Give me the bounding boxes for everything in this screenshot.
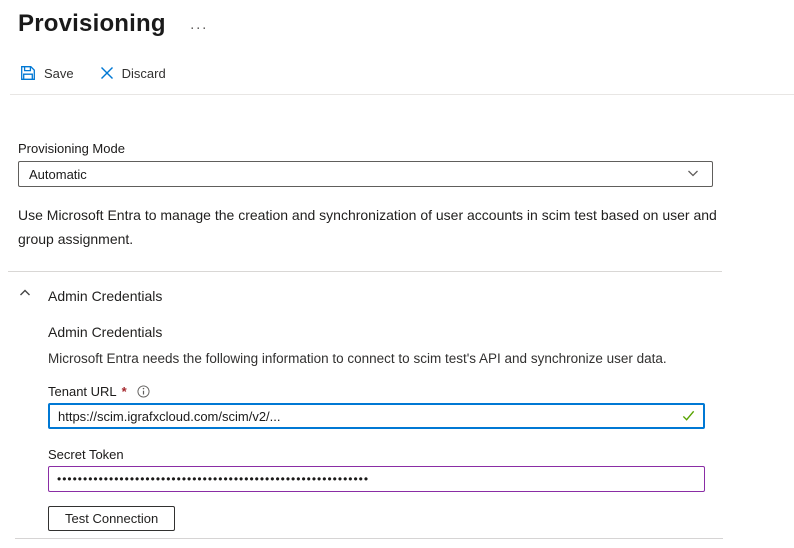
more-options-icon[interactable]: ···	[190, 19, 208, 36]
section-divider	[8, 271, 722, 272]
secret-token-label-row: Secret Token	[48, 447, 794, 462]
admin-credentials-section-label: Admin Credentials	[48, 288, 162, 304]
chevron-down-icon	[686, 166, 700, 183]
save-button-label: Save	[44, 66, 74, 81]
main-content: Provisioning Mode Automatic Use Microsof…	[0, 141, 794, 539]
save-icon	[20, 65, 36, 81]
page-title: Provisioning	[18, 10, 166, 38]
discard-button[interactable]: Discard	[100, 66, 166, 81]
provisioning-mode-dropdown[interactable]: Automatic	[18, 161, 713, 187]
provisioning-description: Use Microsoft Entra to manage the creati…	[18, 203, 718, 251]
provisioning-page: Provisioning ··· Save Discard	[0, 0, 794, 539]
admin-credentials-heading: Admin Credentials	[48, 324, 794, 340]
command-bar: Save Discard	[20, 60, 794, 86]
discard-button-label: Discard	[122, 66, 166, 81]
admin-credentials-section-toggle[interactable]: Admin Credentials	[18, 286, 794, 305]
required-marker: *	[122, 384, 127, 399]
bottom-divider	[15, 538, 723, 539]
checkmark-icon	[681, 408, 696, 428]
provisioning-mode-label: Provisioning Mode	[18, 141, 794, 156]
tenant-url-input[interactable]	[48, 403, 705, 429]
tenant-url-field	[48, 403, 705, 429]
chevron-up-icon	[18, 286, 32, 305]
tenant-url-label: Tenant URL	[48, 384, 117, 399]
save-button[interactable]: Save	[20, 65, 74, 81]
discard-icon	[100, 66, 114, 80]
tenant-url-label-row: Tenant URL *	[48, 384, 794, 399]
test-connection-button[interactable]: Test Connection	[48, 506, 175, 531]
page-header: Provisioning ···	[0, 0, 794, 40]
admin-credentials-description: Microsoft Entra needs the following info…	[48, 351, 738, 366]
admin-credentials-section: Admin Credentials Microsoft Entra needs …	[48, 324, 794, 531]
toolbar-divider	[10, 94, 794, 95]
secret-token-input[interactable]	[48, 466, 705, 492]
secret-token-label: Secret Token	[48, 447, 124, 462]
provisioning-mode-value: Automatic	[29, 167, 87, 182]
info-icon[interactable]	[137, 385, 150, 398]
